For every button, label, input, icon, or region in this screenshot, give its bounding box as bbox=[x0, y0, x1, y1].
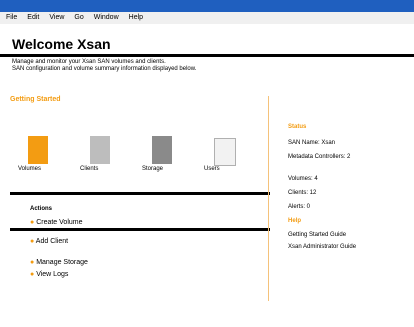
menu-item-file[interactable]: File bbox=[6, 14, 17, 21]
bullet-icon: ● bbox=[30, 259, 35, 266]
sidebar-line-1: SAN Name: Xsan bbox=[288, 140, 336, 146]
tile-clients-label: Clients bbox=[80, 166, 99, 172]
main-panel-border bbox=[268, 96, 269, 301]
help-title: Help bbox=[288, 218, 302, 224]
menu-item-go[interactable]: Go bbox=[74, 14, 83, 21]
tile-volumes[interactable]: Volumes bbox=[10, 136, 65, 176]
sidebar-line-4: Clients: 12 bbox=[288, 190, 317, 196]
tile-volumes-icon bbox=[28, 136, 48, 164]
page-title: Welcome Xsan bbox=[12, 36, 111, 52]
tiles-divider-top bbox=[10, 192, 270, 195]
tile-storage-label: Storage bbox=[142, 166, 164, 172]
tile-clients[interactable]: Clients bbox=[72, 136, 127, 176]
title-divider bbox=[0, 54, 414, 57]
action-view-logs[interactable]: ● View Logs bbox=[30, 271, 230, 281]
tile-users-label: Users bbox=[204, 166, 220, 172]
tile-storage-icon bbox=[152, 136, 172, 164]
menu-item-window[interactable]: Window bbox=[94, 14, 119, 21]
action-add-client[interactable]: ● Add Client bbox=[30, 238, 230, 248]
action-label: Create Volume bbox=[36, 219, 83, 226]
sidebar: Status SAN Name: Xsan Metadata Controlle… bbox=[280, 124, 404, 274]
action-label: Add Client bbox=[35, 238, 69, 245]
action-label: View Logs bbox=[36, 271, 69, 278]
tiles-row: Volumes Clients Storage Users bbox=[10, 136, 270, 186]
help-link-2[interactable]: Xsan Administrator Guide bbox=[288, 244, 356, 250]
sidebar-line-3: Volumes: 4 bbox=[288, 176, 318, 182]
menu-item-view[interactable]: View bbox=[49, 14, 64, 21]
help-link-1[interactable]: Getting Started Guide bbox=[288, 232, 346, 238]
sidebar-title: Status bbox=[288, 124, 307, 130]
menu-item-help[interactable]: Help bbox=[129, 14, 143, 21]
tile-users-icon bbox=[214, 138, 236, 166]
tile-clients-icon bbox=[90, 136, 110, 164]
window-titlebar bbox=[0, 0, 414, 12]
main-panel: Getting Started Volumes Clients Storage … bbox=[0, 96, 270, 316]
actions-title: Actions bbox=[30, 206, 53, 212]
sidebar-line-2: Metadata Controllers: 2 bbox=[288, 154, 351, 160]
action-create-volume[interactable]: ● Create Volume bbox=[30, 219, 230, 229]
action-manage-storage[interactable]: ● Manage Storage bbox=[30, 259, 230, 269]
tile-volumes-label: Volumes bbox=[18, 166, 42, 172]
sidebar-line-5: Alerts: 0 bbox=[288, 204, 311, 210]
bullet-icon: ● bbox=[30, 219, 35, 226]
action-label: Manage Storage bbox=[36, 259, 88, 266]
tile-storage[interactable]: Storage bbox=[134, 136, 189, 176]
section-title: Getting Started bbox=[10, 96, 61, 103]
page-header: Welcome Xsan Manage and monitor your Xsa… bbox=[0, 24, 414, 72]
status-line: SAN configuration and volume summary inf… bbox=[12, 66, 197, 72]
subtitle-text: Manage and monitor your Xsan SAN volumes… bbox=[12, 59, 166, 65]
menu-item-edit[interactable]: Edit bbox=[27, 14, 39, 21]
tile-users[interactable]: Users bbox=[196, 136, 251, 176]
bullet-icon: ● bbox=[30, 271, 35, 278]
bullet-icon: ● bbox=[30, 238, 35, 245]
